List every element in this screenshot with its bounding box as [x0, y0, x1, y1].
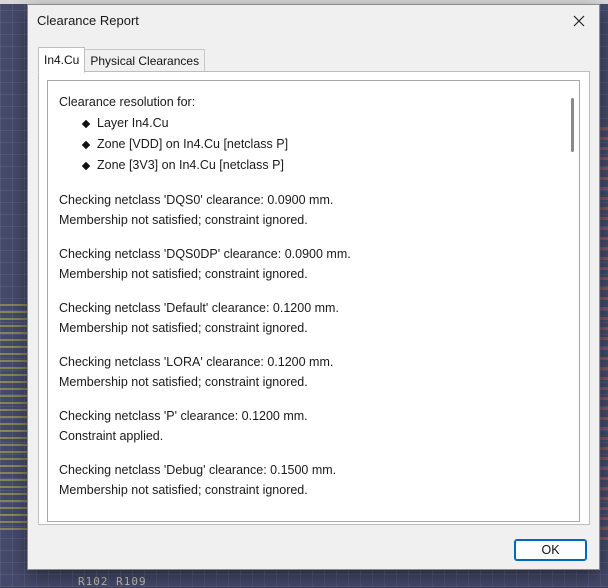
list-item: Zone [VDD] on In4.Cu [netclass P] [81, 134, 559, 155]
pcb-traces-left [0, 300, 28, 530]
ok-button[interactable]: OK [514, 539, 587, 561]
check-result: Membership not satisfied; constraint ign… [59, 267, 308, 281]
list-item: Zone [3V3] on In4.Cu [netclass P] [81, 155, 559, 176]
report-content: Clearance resolution for: Layer In4.Cu Z… [59, 92, 559, 500]
close-button[interactable] [565, 9, 593, 33]
check-result: Membership not satisfied; constraint ign… [59, 375, 308, 389]
tab-panel: Clearance resolution for: Layer In4.Cu Z… [38, 71, 590, 525]
check-line: Checking netclass 'P' clearance: 0.1200 … [59, 409, 308, 423]
vertical-scrollbar[interactable] [571, 98, 574, 152]
check-line: Checking netclass 'Debug' clearance: 0.1… [59, 463, 337, 477]
resolution-items-list: Layer In4.Cu Zone [VDD] on In4.Cu [netcl… [59, 113, 559, 176]
tab-in4-cu[interactable]: In4.Cu [38, 47, 86, 73]
check-result: Membership not satisfied; constraint ign… [59, 321, 308, 335]
bullet-icon [81, 161, 91, 170]
check-block: Checking netclass 'Default' clearance: 0… [59, 298, 559, 338]
clearance-report-dialog: Clearance Report In4.Cu Physical Clearan… [27, 4, 600, 570]
check-line: Checking netclass 'LORA' clearance: 0.12… [59, 355, 334, 369]
check-block: Checking netclass 'Debug' clearance: 0.1… [59, 460, 559, 500]
dialog-titlebar: Clearance Report [28, 5, 599, 37]
check-block: Checking netclass 'LORA' clearance: 0.12… [59, 352, 559, 392]
check-line: Checking netclass 'Default' clearance: 0… [59, 301, 339, 315]
tab-physical-clearances[interactable]: Physical Clearances [84, 49, 206, 73]
check-block: Checking netclass 'DQS0DP' clearance: 0.… [59, 244, 559, 284]
check-block: Checking netclass 'DQS0' clearance: 0.09… [59, 190, 559, 230]
report-heading: Clearance resolution for: [59, 95, 196, 109]
list-item: Layer In4.Cu [81, 113, 559, 134]
pcb-component-label: R102 R109 [78, 575, 147, 588]
tab-bar: In4.Cu Physical Clearances [38, 47, 206, 73]
check-line: Checking netclass 'DQS0' clearance: 0.09… [59, 193, 334, 207]
dialog-title: Clearance Report [37, 13, 139, 28]
bullet-icon [81, 140, 91, 149]
check-result: Membership not satisfied; constraint ign… [59, 213, 308, 227]
close-icon [573, 15, 585, 27]
bullet-icon [81, 119, 91, 128]
check-line: Checking netclass 'DQS0DP' clearance: 0.… [59, 247, 351, 261]
check-result: Constraint applied. [59, 429, 164, 443]
report-text-area[interactable]: Clearance resolution for: Layer In4.Cu Z… [47, 80, 580, 522]
check-block: Checking netclass 'P' clearance: 0.1200 … [59, 406, 559, 446]
check-result: Membership not satisfied; constraint ign… [59, 483, 308, 497]
